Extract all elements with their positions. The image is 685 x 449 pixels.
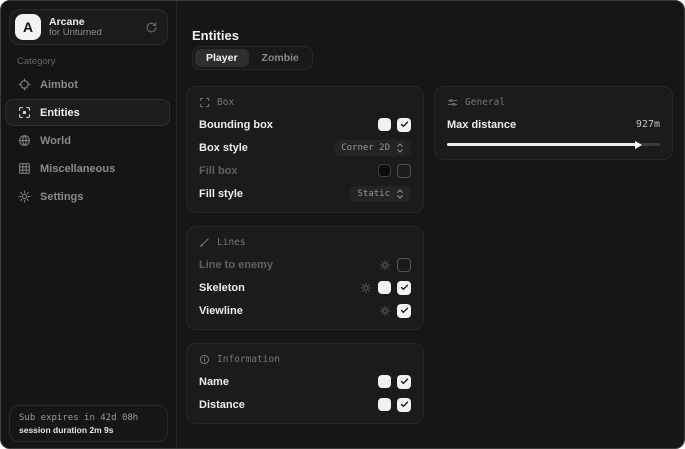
row-fill-style: Fill style Static xyxy=(199,185,411,202)
sidebar-item-miscellaneous[interactable]: Miscellaneous xyxy=(5,155,170,182)
sidebar-item-label: Entities xyxy=(40,107,80,119)
sidebar-item-label: World xyxy=(40,135,71,147)
row-label: Viewline xyxy=(199,305,243,317)
sub-expires-text: Sub expires in 42d 08h xyxy=(19,413,158,423)
checkbox-checked[interactable] xyxy=(397,118,411,132)
lines-card: Lines Line to enemy Skeleton xyxy=(186,226,424,330)
row-distance: Distance xyxy=(199,396,411,413)
color-swatch[interactable] xyxy=(378,164,391,177)
box-card: Box Bounding box Box style Corner 2D xyxy=(186,86,424,213)
chevron-updown-icon xyxy=(396,189,404,199)
crosshair-icon xyxy=(18,78,31,91)
row-max-distance: Max distance 927m xyxy=(447,116,660,133)
brand-subtitle: for Unturned xyxy=(49,28,102,39)
row-skeleton: Skeleton xyxy=(199,279,411,296)
brand-card: A Arcane for Unturned xyxy=(9,9,168,45)
sidebar-item-settings[interactable]: Settings xyxy=(5,183,170,210)
row-bounding-box: Bounding box xyxy=(199,116,411,133)
row-label: Bounding box xyxy=(199,119,273,131)
checkbox-checked[interactable] xyxy=(397,375,411,389)
entity-scan-icon xyxy=(18,106,31,119)
card-title: Lines xyxy=(217,237,246,248)
card-title: Information xyxy=(217,354,280,365)
tab-player[interactable]: Player xyxy=(195,49,249,67)
row-line-to-enemy: Line to enemy xyxy=(199,256,411,273)
sync-icon[interactable] xyxy=(145,21,158,34)
row-settings-gear-icon[interactable] xyxy=(379,305,391,317)
row-label: Distance xyxy=(199,399,245,411)
checkbox-unchecked[interactable] xyxy=(397,164,411,178)
row-settings-gear-icon[interactable] xyxy=(360,282,372,294)
left-column: Box Bounding box Box style Corner 2D xyxy=(186,86,424,424)
info-icon xyxy=(199,354,210,365)
globe-icon xyxy=(18,134,31,147)
right-column: General Max distance 927m xyxy=(434,86,673,160)
color-swatch[interactable] xyxy=(378,281,391,294)
tab-zombie[interactable]: Zombie xyxy=(251,49,310,67)
information-card: Information Name Distance xyxy=(186,343,424,424)
row-label: Max distance xyxy=(447,119,516,131)
max-distance-slider[interactable] xyxy=(447,140,660,149)
color-swatch[interactable] xyxy=(378,118,391,131)
sidebar-item-label: Aimbot xyxy=(40,79,78,91)
session-duration-text: session duration 2m 9s xyxy=(19,425,158,435)
entity-tabs: Player Zombie xyxy=(192,46,313,70)
sidebar: A Arcane for Unturned Category Aimbot xyxy=(1,1,177,448)
sliders-icon xyxy=(447,97,458,108)
corner-brackets-icon xyxy=(199,97,210,108)
row-viewline: Viewline xyxy=(199,302,411,319)
chevron-updown-icon xyxy=(396,143,404,153)
sidebar-item-world[interactable]: World xyxy=(5,127,170,154)
row-fill-box: Fill box xyxy=(199,162,411,179)
slider-value: 927m xyxy=(636,119,660,130)
row-label: Fill box xyxy=(199,165,238,177)
row-label: Fill style xyxy=(199,188,243,200)
category-label: Category xyxy=(17,56,56,67)
sidebar-item-entities[interactable]: Entities xyxy=(5,99,170,126)
checkbox-checked[interactable] xyxy=(397,281,411,295)
box-style-dropdown[interactable]: Corner 2D xyxy=(334,140,411,156)
checkbox-checked[interactable] xyxy=(397,398,411,412)
dropdown-value: Corner 2D xyxy=(341,143,390,153)
app-logo: A xyxy=(15,14,41,40)
color-swatch[interactable] xyxy=(378,398,391,411)
fill-style-dropdown[interactable]: Static xyxy=(350,186,411,202)
color-swatch[interactable] xyxy=(378,375,391,388)
sidebar-nav: Aimbot Entities World xyxy=(5,71,170,210)
general-card: General Max distance 927m xyxy=(434,86,673,160)
row-label: Box style xyxy=(199,142,248,154)
checkbox-checked[interactable] xyxy=(397,304,411,318)
sidebar-item-label: Miscellaneous xyxy=(40,163,115,175)
row-box-style: Box style Corner 2D xyxy=(199,139,411,156)
grid-icon xyxy=(18,162,31,175)
row-name: Name xyxy=(199,373,411,390)
gear-icon xyxy=(18,190,31,203)
card-title: Box xyxy=(217,97,234,108)
slider-thumb[interactable] xyxy=(635,141,642,149)
page-title: Entities xyxy=(192,28,239,43)
subscription-card: Sub expires in 42d 08h session duration … xyxy=(9,405,168,442)
row-label: Line to enemy xyxy=(199,259,273,271)
main-content: Entities Player Zombie Box Bounding box xyxy=(177,1,684,448)
row-label: Name xyxy=(199,376,229,388)
checkbox-unchecked[interactable] xyxy=(397,258,411,272)
app-window: A Arcane for Unturned Category Aimbot xyxy=(0,0,685,449)
sidebar-item-label: Settings xyxy=(40,191,83,203)
pencil-line-icon xyxy=(199,237,210,248)
slider-fill xyxy=(447,143,637,146)
card-title: General xyxy=(465,97,505,108)
dropdown-value: Static xyxy=(357,189,390,199)
brand-title: Arcane xyxy=(49,16,102,28)
row-settings-gear-icon[interactable] xyxy=(379,259,391,271)
row-label: Skeleton xyxy=(199,282,245,294)
sidebar-item-aimbot[interactable]: Aimbot xyxy=(5,71,170,98)
